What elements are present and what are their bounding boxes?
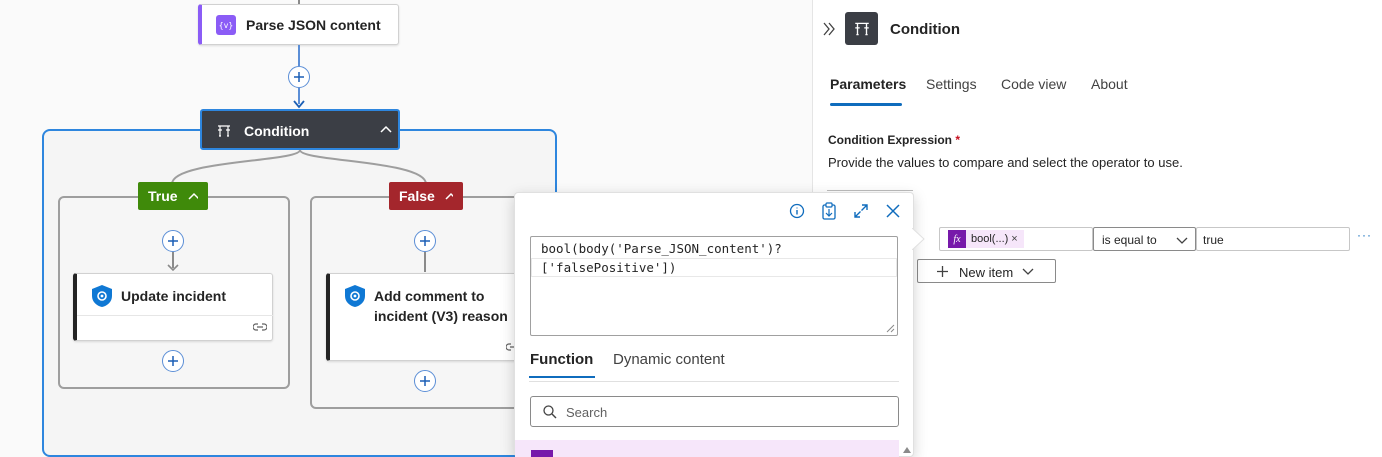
plus-icon: [168, 236, 178, 246]
expression-line-2: ['falsePositive']): [541, 260, 677, 275]
right-operand-value: true: [1203, 233, 1224, 247]
fx-icon: [531, 450, 553, 457]
card-divider: [77, 315, 273, 316]
new-item-button[interactable]: New item: [917, 259, 1056, 283]
arrow-down-icon: [293, 100, 305, 109]
divider: [529, 381, 899, 382]
chevron-up-icon[interactable]: [380, 125, 392, 133]
chevron-up-icon: [188, 192, 198, 200]
true-branch-badge[interactable]: True: [138, 182, 208, 210]
condition-description: Provide the values to compare and select…: [828, 155, 1183, 170]
function-token[interactable]: fx bool(...) ×: [948, 230, 1024, 248]
active-tab-indicator: [529, 376, 595, 378]
connector-line: [424, 252, 426, 272]
more-options-button[interactable]: ···: [1357, 228, 1372, 242]
update-incident-label: Update incident: [121, 288, 227, 304]
sentinel-shield-icon: [92, 285, 112, 307]
right-operand-field[interactable]: true: [1196, 227, 1350, 251]
condition-icon: [218, 125, 230, 137]
remove-token-button[interactable]: ×: [1011, 233, 1017, 245]
function-search-box[interactable]: Search: [530, 396, 899, 427]
connector-line: [298, 45, 300, 66]
chevron-down-icon: [1176, 237, 1188, 244]
app-stage: {v} Parse JSON content Condition True Up…: [0, 0, 1382, 457]
new-item-label: New item: [959, 265, 1014, 280]
add-step-button[interactable]: [288, 66, 310, 88]
braces-icon: {v}: [216, 15, 236, 35]
condition-card[interactable]: Condition: [200, 109, 400, 150]
update-incident-card[interactable]: Update incident: [73, 273, 273, 341]
scroll-up-arrow-icon[interactable]: [903, 447, 911, 453]
tab-code-view[interactable]: Code view: [1001, 76, 1066, 92]
expression-editor[interactable]: bool(body('Parse_JSON_content')? ['false…: [530, 236, 898, 336]
add-true-step-button[interactable]: [162, 230, 184, 252]
link-icon[interactable]: [253, 322, 267, 332]
collapse-panel-icon[interactable]: [823, 22, 835, 36]
plus-icon: [420, 236, 430, 246]
function-token-label: bool(...): [971, 233, 1009, 245]
function-list-item[interactable]: [515, 440, 899, 457]
plus-icon: [420, 376, 430, 386]
resize-handle-icon[interactable]: [885, 323, 895, 333]
left-operand-field[interactable]: fx bool(...) ×: [939, 227, 1093, 251]
add-false-step-button[interactable]: [414, 230, 436, 252]
svg-text:{v}: {v}: [219, 21, 233, 30]
branch-connectors: [171, 150, 427, 185]
search-placeholder: Search: [566, 405, 608, 420]
false-branch-badge[interactable]: False: [389, 182, 463, 210]
search-icon: [543, 405, 557, 419]
add-comment-label-line1: Add comment to: [374, 288, 485, 304]
close-icon[interactable]: [886, 204, 900, 218]
expand-icon[interactable]: [853, 203, 869, 219]
condition-expression-label: Condition Expression *: [828, 133, 961, 147]
divider: [827, 190, 913, 191]
add-false-step-button[interactable]: [414, 370, 436, 392]
chevron-up-icon: [445, 192, 453, 200]
expression-line-1: bool(body('Parse_JSON_content')?: [541, 241, 782, 256]
condition-icon: [845, 12, 878, 45]
parse-json-label: Parse JSON content: [246, 17, 381, 33]
operator-value: is equal to: [1102, 233, 1157, 247]
sentinel-shield-icon: [345, 285, 365, 307]
plus-icon: [937, 266, 948, 277]
false-branch-label: False: [399, 188, 435, 204]
clipboard-icon[interactable]: [821, 202, 837, 220]
active-tab-indicator: [830, 103, 902, 106]
add-comment-card[interactable]: Add comment to incident (V3) reason: [326, 273, 526, 361]
arrow-down-icon: [167, 264, 179, 272]
true-branch-label: True: [148, 188, 178, 204]
fx-icon: fx: [948, 230, 966, 248]
info-icon[interactable]: [789, 203, 805, 219]
scrollbar[interactable]: [901, 383, 913, 457]
plus-icon: [168, 356, 178, 366]
panel-title: Condition: [890, 21, 960, 38]
chevron-down-icon: [1022, 268, 1034, 275]
plus-icon: [294, 72, 304, 82]
tab-settings[interactable]: Settings: [926, 76, 977, 92]
popup-pointer: [912, 228, 925, 250]
tab-function[interactable]: Function: [530, 351, 593, 368]
tab-about[interactable]: About: [1091, 76, 1128, 92]
add-true-step-button[interactable]: [162, 350, 184, 372]
add-comment-label-line2: incident (V3) reason: [374, 308, 508, 324]
operator-dropdown[interactable]: is equal to: [1093, 227, 1196, 251]
condition-label: Condition: [244, 123, 310, 139]
tab-dynamic-content[interactable]: Dynamic content: [613, 351, 725, 368]
parse-json-card[interactable]: {v} Parse JSON content: [198, 4, 399, 45]
expression-editor-popup: bool(body('Parse_JSON_content')? ['false…: [514, 192, 914, 457]
tab-parameters[interactable]: Parameters: [830, 76, 906, 92]
